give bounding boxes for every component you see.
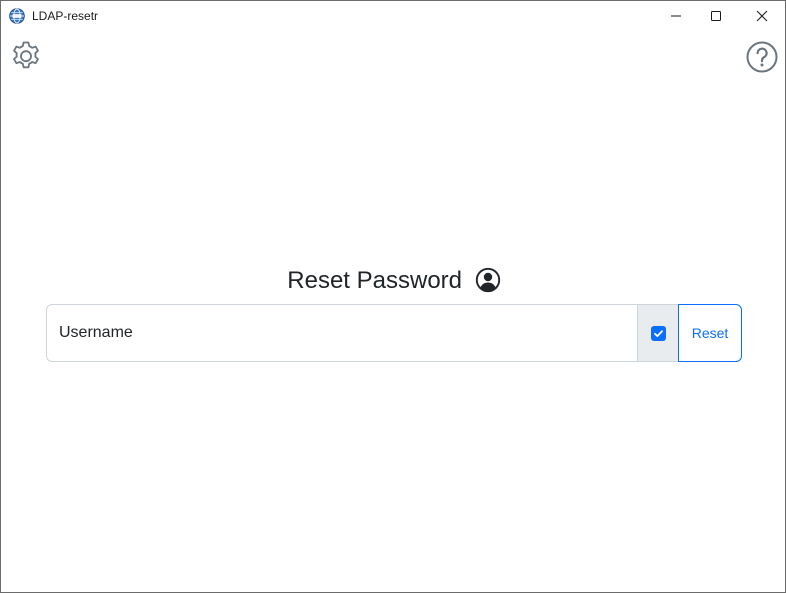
username-input[interactable] (59, 305, 629, 361)
app-logo-icon (9, 8, 25, 24)
minimize-icon (671, 15, 681, 17)
help-button[interactable] (745, 40, 779, 74)
username-field-container (46, 304, 638, 362)
reset-button[interactable]: Reset (678, 304, 742, 362)
page-title-text: Reset Password (287, 266, 463, 294)
checkmark-icon (653, 329, 663, 337)
option-checkbox[interactable] (650, 325, 666, 341)
app-window: LDAP-resetr Reset Password Username Rese… (0, 0, 786, 593)
user-circle-icon (475, 267, 500, 292)
settings-button[interactable] (9, 39, 43, 73)
maximize-button[interactable] (693, 1, 739, 31)
page-title: Reset Password (1, 263, 785, 298)
title-bar[interactable]: LDAP-resetr (1, 1, 785, 31)
gear-icon (13, 41, 39, 69)
option-checkbox-addon (637, 304, 678, 362)
maximize-icon (711, 11, 721, 21)
close-button[interactable] (739, 1, 785, 31)
close-icon (756, 10, 768, 22)
window-title: LDAP-resetr (32, 9, 99, 23)
reset-form: Reset (46, 304, 742, 362)
help-circle-icon (746, 41, 778, 73)
